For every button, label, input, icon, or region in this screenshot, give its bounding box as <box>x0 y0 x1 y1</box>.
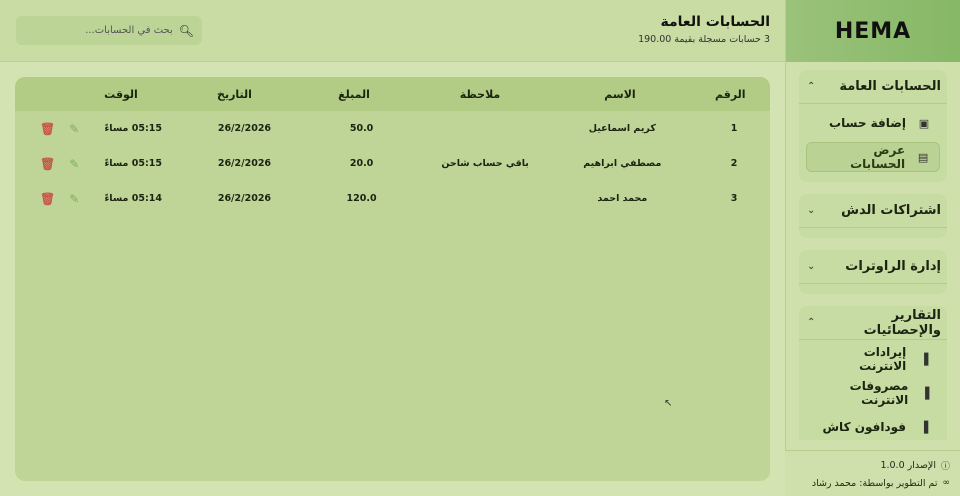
section-header[interactable]: إدارة الراوترات ⌄ <box>799 250 947 284</box>
bar-chart-icon: ▐ <box>920 386 930 400</box>
cell-name: محمد احمد <box>597 193 648 204</box>
link-icon: ∞ <box>942 478 951 488</box>
search-icon[interactable]: 🔍︎ <box>179 24 194 38</box>
column-header-note[interactable]: ملاحظة <box>415 88 545 101</box>
developer-line: ∞ تم التطوير بواسطة: محمد رشاد <box>795 474 950 492</box>
cell-amount: 20.0 <box>349 158 374 169</box>
edit-icon[interactable]: ✎ <box>69 157 79 171</box>
section-title: التقارير والإحصائيات <box>863 307 941 338</box>
developer-text[interactable]: تم التطوير بواسطة: محمد رشاد <box>812 478 938 489</box>
sidebar-item-label: إضافة حساب <box>829 116 906 130</box>
page-subtitle: 3 حسابات مسجلة بقيمة 190.00 <box>638 34 770 45</box>
chevron-down-icon: ⌄ <box>807 205 816 216</box>
row-actions: ✎ 🗑︎ <box>15 122 79 136</box>
cell-number: 2 <box>730 158 738 169</box>
row-actions: ✎ 🗑︎ <box>15 157 79 171</box>
bar-chart-icon: ▐ <box>919 352 929 366</box>
cell-time: 05:15 مساءً <box>104 158 162 169</box>
row-actions: ✎ 🗑︎ <box>15 192 79 206</box>
table-header: الرقم الاسم ملاحظة المبلغ التاريخ الوقت <box>15 77 770 111</box>
delete-icon[interactable]: 🗑︎ <box>40 157 55 171</box>
mouse-cursor-icon: ↖ <box>664 398 673 409</box>
sidebar-item-internet-revenue[interactable]: ▐ إيرادات الانترنت <box>806 344 940 374</box>
bar-chart-icon: ▐ <box>919 420 929 434</box>
wallet-icon: ▣ <box>918 116 930 130</box>
section-header[interactable]: الحسابات العامة ⌃ <box>799 70 947 104</box>
section-title: اشتراكات الدش <box>841 203 941 218</box>
sidebar-footer: ⓘ الإصدار 1.0.0 ∞ تم التطوير بواسطة: محم… <box>785 450 960 496</box>
sidebar-item-label: مصروفات الانترنت <box>849 379 909 407</box>
edit-icon[interactable]: ✎ <box>69 122 79 136</box>
table-row[interactable]: 1 كريم اسماعيل 50.0 26/2/2026 05:15 مساء… <box>15 111 770 146</box>
column-header-amount[interactable]: المبلغ <box>293 88 415 101</box>
cell-time: 05:15 مساءً <box>104 123 162 134</box>
column-header-name[interactable]: الاسم <box>545 88 695 101</box>
chevron-down-icon: ⌄ <box>807 261 816 272</box>
search-box[interactable]: 🔍︎ <box>16 16 202 45</box>
sidebar-nav: الحسابات العامة ⌃ ▣ إضافة حساب ▤ عرض الح… <box>786 62 960 440</box>
section-header[interactable]: التقارير والإحصائيات ⌃ <box>799 306 947 340</box>
cell-amount: 120.0 <box>346 193 377 204</box>
delete-icon[interactable]: 🗑︎ <box>40 192 55 206</box>
column-header-time[interactable]: الوقت <box>66 88 176 101</box>
sidebar: HEMA الحسابات العامة ⌃ ▣ إضافة حساب ▤ عر… <box>785 0 960 496</box>
title-block: الحسابات العامة 3 حسابات مسجلة بقيمة 190… <box>638 14 770 45</box>
search-input[interactable] <box>24 25 173 36</box>
cell-name: كريم اسماعيل <box>588 123 656 134</box>
cell-note: باقي حساب شاحن <box>441 158 529 169</box>
column-header-date[interactable]: التاريخ <box>176 88 293 101</box>
cell-time: 05:14 مساءً <box>104 193 162 204</box>
table-row[interactable]: 2 مصطفي ابراهيم باقي حساب شاحن 20.0 26/2… <box>15 146 770 181</box>
section-title: الحسابات العامة <box>839 79 941 94</box>
main-area: 🔍︎ الحسابات العامة 3 حسابات مسجلة بقيمة … <box>0 0 785 496</box>
sidebar-section-general-accounts: الحسابات العامة ⌃ ▣ إضافة حساب ▤ عرض الح… <box>799 70 947 182</box>
cell-number: 1 <box>730 123 738 134</box>
table-icon: ▤ <box>917 150 929 164</box>
cell-date: 26/2/2026 <box>217 193 272 204</box>
column-header-number[interactable]: الرقم <box>695 88 770 101</box>
sidebar-item-label: فودافون كاش <box>822 420 907 434</box>
sidebar-item-vodafone-cash[interactable]: ▐ فودافون كاش <box>806 412 940 440</box>
cell-date: 26/2/2026 <box>217 158 272 169</box>
cell-number: 3 <box>730 193 738 204</box>
sidebar-item-label: عرض الحسابات <box>850 143 906 171</box>
delete-icon[interactable]: 🗑︎ <box>40 122 55 136</box>
sidebar-item-view-accounts[interactable]: ▤ عرض الحسابات <box>806 142 940 172</box>
edit-icon[interactable]: ✎ <box>69 192 79 206</box>
top-bar: 🔍︎ الحسابات العامة 3 حسابات مسجلة بقيمة … <box>0 0 785 62</box>
version-line: ⓘ الإصدار 1.0.0 <box>795 456 950 474</box>
app-logo: HEMA <box>786 0 960 62</box>
sidebar-section-routers: إدارة الراوترات ⌄ <box>799 250 947 294</box>
sidebar-section-dish-subscriptions: اشتراكات الدش ⌄ <box>799 194 947 238</box>
info-icon: ⓘ <box>940 461 950 472</box>
accounts-table: الرقم الاسم ملاحظة المبلغ التاريخ الوقت … <box>15 77 770 481</box>
section-title: إدارة الراوترات <box>845 259 941 274</box>
section-header[interactable]: اشتراكات الدش ⌄ <box>799 194 947 228</box>
cell-name: مصطفي ابراهيم <box>583 158 662 169</box>
chevron-up-icon: ⌃ <box>807 317 816 328</box>
cell-amount: 50.0 <box>349 123 374 134</box>
chevron-up-icon: ⌃ <box>807 81 816 92</box>
cell-date: 26/2/2026 <box>217 123 272 134</box>
table-row[interactable]: 3 محمد احمد 120.0 26/2/2026 05:14 مساءً … <box>15 181 770 216</box>
sidebar-item-add-account[interactable]: ▣ إضافة حساب <box>806 108 940 138</box>
sidebar-item-label: إيرادات الانترنت <box>859 345 907 373</box>
sidebar-section-reports: التقارير والإحصائيات ⌃ ▐ إيرادات الانترن… <box>799 306 947 440</box>
page-title: الحسابات العامة <box>660 14 770 30</box>
sidebar-item-internet-expenses[interactable]: ▐ مصروفات الانترنت <box>806 378 940 408</box>
version-text: الإصدار 1.0.0 <box>880 459 936 471</box>
